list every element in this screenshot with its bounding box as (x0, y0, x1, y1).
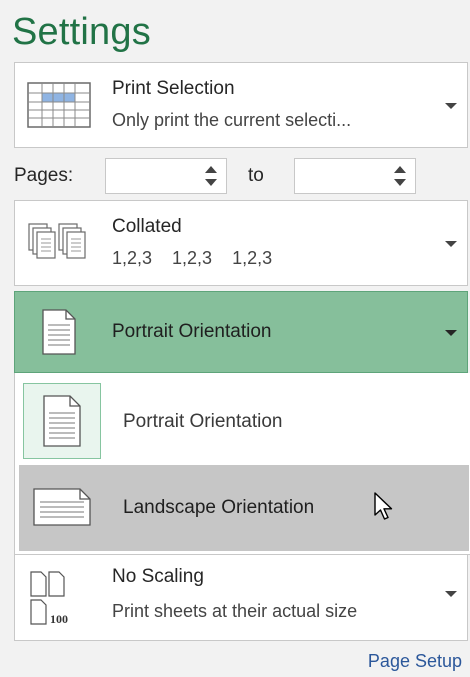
collation-subtitle: 1,2,3 1,2,3 1,2,3 (112, 248, 273, 268)
scaling-title: No Scaling (112, 566, 204, 587)
pages-to-stepper[interactable] (393, 164, 407, 188)
pages-to-input[interactable] (294, 158, 416, 194)
chevron-down-icon[interactable] (445, 591, 457, 597)
chevron-down-icon[interactable] (445, 103, 457, 109)
scaling-pages-icon: 100 (23, 568, 95, 628)
option-landscape-orientation[interactable]: Landscape Orientation (19, 465, 469, 551)
pages-from-stepper[interactable] (204, 164, 218, 188)
scaling-dropdown[interactable]: 100 No Scaling Print sheets at their act… (14, 555, 468, 641)
print-selection-icon (23, 75, 95, 135)
page-setup-link[interactable]: Page Setup (368, 650, 462, 672)
collation-title: Collated (112, 216, 182, 237)
portrait-page-icon (23, 383, 101, 459)
pages-from-input[interactable] (105, 158, 227, 194)
option-label: Portrait Orientation (123, 411, 283, 432)
spin-up-icon[interactable] (205, 166, 217, 173)
mouse-pointer-icon (373, 492, 397, 522)
print-what-dropdown[interactable]: Print Selection Only print the current s… (14, 62, 468, 148)
spin-up-icon[interactable] (394, 166, 406, 173)
scaling-icon-text: 100 (50, 612, 68, 626)
print-what-subtitle: Only print the current selecti... (112, 110, 352, 130)
collated-pages-icon (23, 213, 95, 273)
option-label: Landscape Orientation (123, 497, 315, 518)
orientation-options-list: Portrait Orientation Landscape Orientati… (14, 373, 470, 555)
orientation-dropdown[interactable]: Portrait Orientation (14, 291, 468, 373)
scaling-subtitle: Print sheets at their actual size (112, 601, 358, 621)
portrait-page-icon (23, 302, 95, 362)
spin-down-icon[interactable] (205, 179, 217, 186)
orientation-selected-label: Portrait Orientation (112, 321, 272, 342)
chevron-down-icon[interactable] (445, 330, 457, 336)
settings-title: Settings (12, 11, 151, 53)
pages-to-label: to (248, 165, 264, 186)
spin-down-icon[interactable] (394, 179, 406, 186)
pages-row: Pages: to (0, 156, 470, 196)
option-portrait-orientation[interactable]: Portrait Orientation (19, 379, 469, 465)
chevron-down-icon[interactable] (445, 241, 457, 247)
landscape-page-icon (23, 469, 101, 545)
collation-dropdown[interactable]: Collated 1,2,3 1,2,3 1,2,3 (14, 200, 468, 286)
pages-label: Pages: (14, 165, 74, 186)
print-what-title: Print Selection (112, 78, 235, 99)
